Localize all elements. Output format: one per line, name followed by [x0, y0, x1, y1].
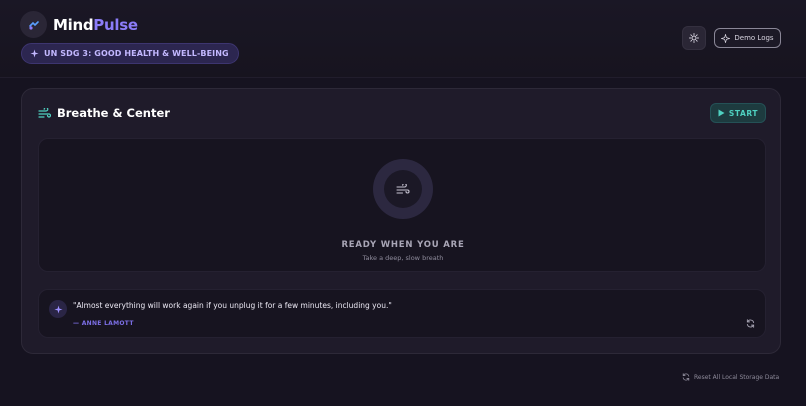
demo-logs-button[interactable]: Demo Logs: [714, 28, 781, 48]
theme-toggle-button[interactable]: [682, 26, 706, 50]
pulse-logo-icon[interactable]: [20, 11, 47, 38]
brand-name-part2: Pulse: [93, 16, 138, 34]
reset-storage-label: Reset All Local Storage Data: [694, 373, 780, 381]
demo-logs-label: Demo Logs: [734, 34, 774, 42]
card-title: Breathe & Center: [38, 106, 170, 120]
quote-panel: "Almost everything will work again if yo…: [38, 289, 766, 338]
reset-storage-link[interactable]: Reset All Local Storage Data: [682, 373, 779, 381]
quote-author: — ANNE LAMOTT: [73, 320, 134, 327]
refresh-quote-button[interactable]: [744, 317, 756, 329]
wind-icon: [396, 183, 410, 194]
sparkle-icon: [721, 33, 731, 43]
brand-name-part1: Mind: [53, 16, 94, 34]
wind-icon: [38, 107, 51, 118]
breathing-circle-inner: [384, 170, 422, 208]
quote-text: "Almost everything will work again if yo…: [73, 301, 392, 310]
start-button[interactable]: START: [710, 103, 766, 123]
play-icon: [718, 109, 725, 117]
breathing-status: READY WHEN YOU ARE: [341, 240, 465, 250]
sparkle-icon: [49, 300, 67, 318]
app-header: MindPulse UN SDG 3: GOOD HEALTH & WELL-B…: [0, 0, 806, 78]
sparkle-icon: [30, 49, 39, 58]
brand-name[interactable]: MindPulse: [53, 15, 138, 35]
breathe-card: Breathe & Center START READY WHEN YOU AR…: [21, 88, 781, 354]
refresh-icon: [682, 373, 690, 381]
breathing-instruction: Take a deep, slow breath: [362, 254, 444, 262]
refresh-icon: [746, 318, 754, 328]
sun-icon: [689, 33, 699, 43]
breathing-panel: READY WHEN YOU ARE Take a deep, slow bre…: [38, 138, 766, 272]
sdg-badge: UN SDG 3: GOOD HEALTH & WELL-BEING: [21, 43, 239, 64]
breathing-circle[interactable]: [373, 159, 433, 219]
start-label: START: [728, 108, 759, 118]
breathe-title: Breathe & Center: [57, 106, 170, 120]
sdg-badge-label: UN SDG 3: GOOD HEALTH & WELL-BEING: [44, 49, 229, 58]
